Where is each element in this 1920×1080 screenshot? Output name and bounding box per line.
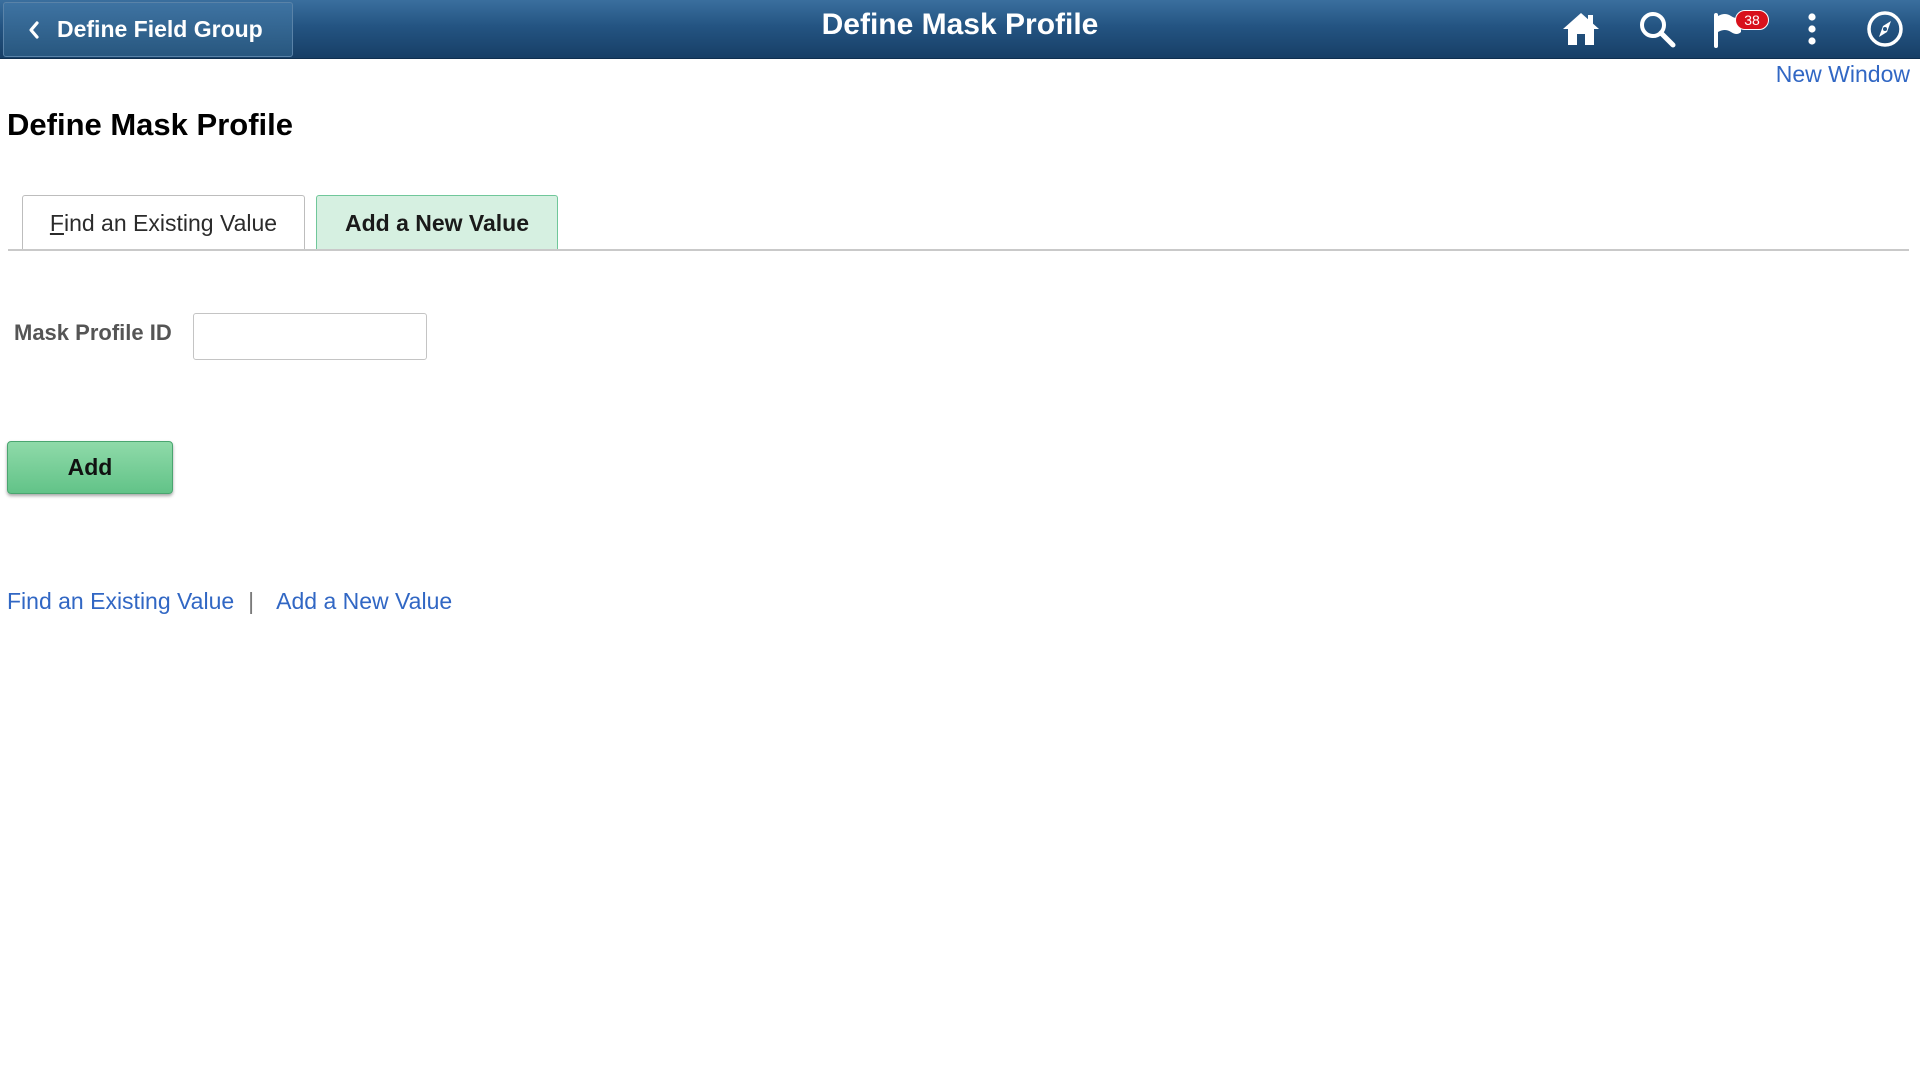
footer-find-existing-link[interactable]: Find an Existing Value [7, 588, 234, 615]
tab-add-new-value[interactable]: Add a New Value [316, 195, 558, 250]
tab-find-accesskey: F [49, 209, 64, 236]
footer-add-new-link[interactable]: Add a New Value [276, 588, 452, 615]
new-window-link[interactable]: New Window [1776, 61, 1910, 88]
back-button-label: Define Field Group [57, 16, 263, 42]
mask-profile-id-label: Mask Profile ID [14, 320, 172, 345]
more-vertical-icon[interactable] [1789, 6, 1835, 52]
notifications-flag[interactable]: 38 [1709, 6, 1779, 52]
notification-badge: 38 [1735, 10, 1769, 30]
header-bar: Define Field Group Define Mask Profile 3… [0, 0, 1920, 59]
mask-profile-id-input[interactable] [193, 313, 427, 360]
home-icon[interactable] [1558, 6, 1604, 52]
tab-find-existing-value[interactable]: Find an Existing Value [22, 195, 305, 250]
footer-separator: | [248, 588, 255, 614]
back-button[interactable]: Define Field Group [3, 2, 293, 57]
tab-divider [8, 249, 1909, 251]
tab-add-label: Add a New Value [344, 209, 530, 236]
page-title: Define Mask Profile [7, 107, 293, 142]
add-button[interactable]: Add [7, 441, 173, 494]
chevron-left-icon [21, 17, 47, 43]
compass-icon[interactable] [1862, 6, 1908, 52]
search-icon[interactable] [1634, 6, 1680, 52]
tab-find-label: ind an Existing Value [63, 209, 278, 236]
footer-links: Find an Existing Value | Add a New Value [7, 588, 452, 615]
